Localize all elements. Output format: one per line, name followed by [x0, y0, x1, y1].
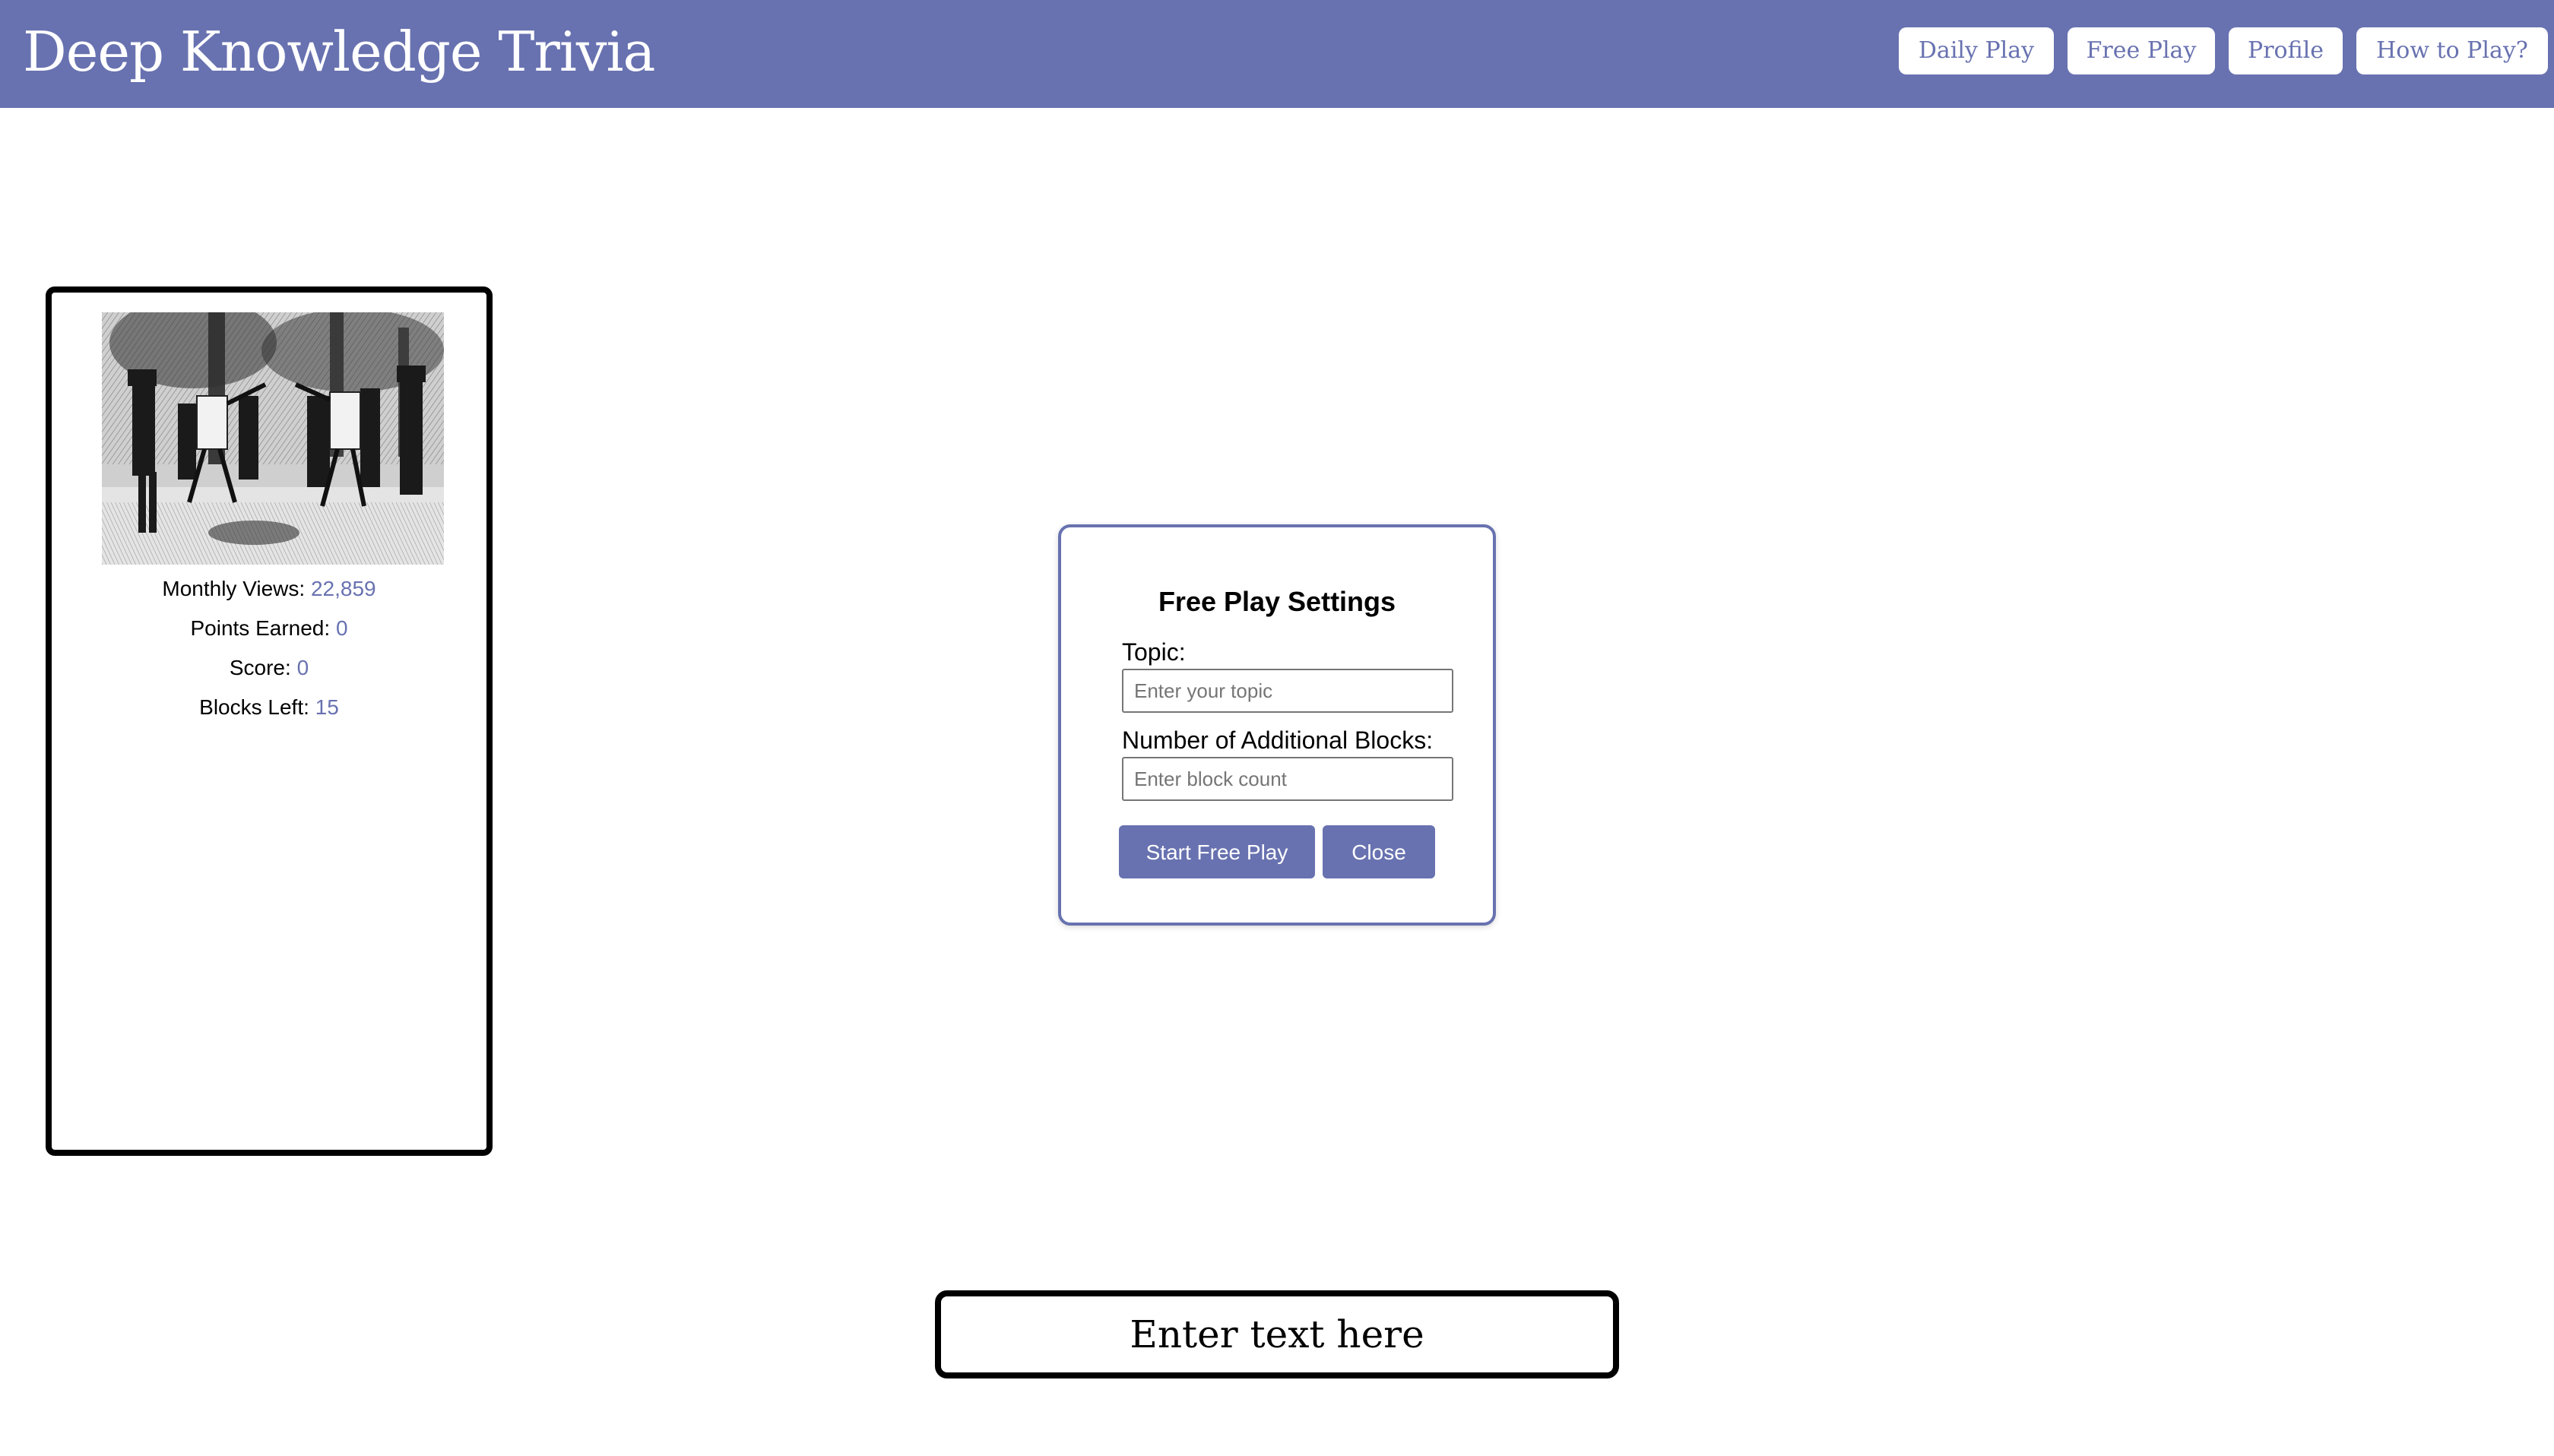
monthly-views-label: Monthly Views:: [162, 577, 311, 600]
block-count-input[interactable]: [1122, 757, 1453, 801]
site-title[interactable]: Deep Knowledge Trivia: [23, 14, 655, 90]
blocks-left-stat: Blocks Left: 15: [52, 694, 486, 721]
monthly-views-stat: Monthly Views: 22,859: [52, 575, 486, 603]
stats-panel: Monthly Views: 22,859 Points Earned: 0 S…: [46, 286, 493, 1156]
profile-button[interactable]: Profile: [2229, 27, 2343, 74]
blocks-left-value: 15: [315, 695, 339, 719]
top-header: Deep Knowledge Trivia Daily Play Free Pl…: [0, 0, 2554, 108]
free-play-button[interactable]: Free Play: [2068, 27, 2215, 74]
dialog-title: Free Play Settings: [1158, 586, 1396, 617]
start-free-play-button[interactable]: Start Free Play: [1119, 825, 1315, 878]
close-button[interactable]: Close: [1323, 825, 1435, 878]
block-count-label: Number of Additional Blocks:: [1122, 726, 1434, 754]
blocks-left-label: Blocks Left:: [199, 695, 315, 719]
topic-label: Topic:: [1122, 638, 1186, 666]
answer-text-box[interactable]: Enter text here: [935, 1290, 1619, 1378]
daily-play-button[interactable]: Daily Play: [1899, 27, 2054, 74]
topic-input[interactable]: [1122, 669, 1453, 713]
points-earned-value: 0: [335, 616, 348, 640]
monthly-views-value: 22,859: [310, 577, 376, 600]
score-value: 0: [296, 656, 309, 679]
score-stat: Score: 0: [52, 654, 486, 682]
how-to-play-button[interactable]: How to Play?: [2356, 27, 2548, 74]
topic-image: [102, 312, 444, 565]
free-play-settings-dialog: Free Play Settings Topic: Number of Addi…: [1058, 524, 1496, 926]
points-earned-label: Points Earned:: [190, 616, 336, 640]
duel-engraving-image: [102, 312, 444, 565]
score-label: Score:: [229, 656, 297, 679]
points-earned-stat: Points Earned: 0: [52, 615, 486, 642]
